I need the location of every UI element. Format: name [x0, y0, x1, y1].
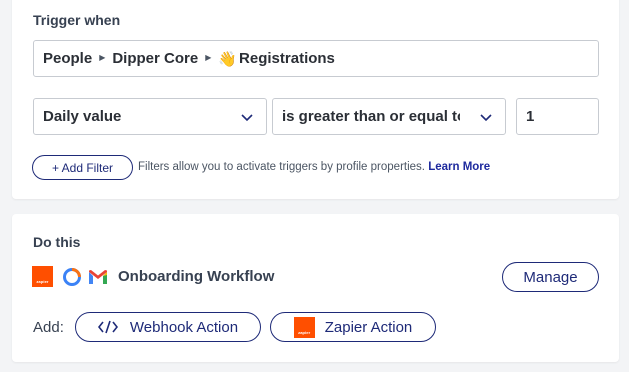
metric-select-value: Daily value [43, 108, 122, 125]
manage-button[interactable]: Manage [502, 262, 599, 292]
trigger-card: Trigger when People ▶ Dipper Core ▶ 👋 Re… [12, 0, 619, 199]
path-segment-people: People [43, 50, 93, 67]
operator-select[interactable]: is greater than or equal to [272, 98, 506, 135]
onboarding-app-icon [62, 266, 82, 287]
gmail-icon [89, 269, 107, 284]
zapier-action-button[interactable]: zapier Zapier Action [270, 312, 436, 342]
zapier-icon: zapier [293, 316, 315, 338]
waving-hand-icon: 👋 [218, 50, 238, 68]
path-segment-dipper-core: Dipper Core [112, 50, 199, 67]
add-filter-button[interactable]: + Add Filter [32, 155, 133, 180]
webhook-action-button[interactable]: Webhook Action [75, 312, 261, 342]
trigger-title: Trigger when [33, 12, 121, 28]
operator-select-value: is greater than or equal to [282, 108, 460, 125]
zapier-tile-text: zapier [298, 329, 311, 335]
zapier-tile-text: zapier [36, 279, 49, 284]
metric-select[interactable]: Daily value [33, 98, 267, 135]
path-separator-icon: ▶ [99, 53, 106, 62]
filter-help-description: Filters allow you to activate triggers b… [138, 161, 425, 173]
learn-more-link[interactable]: Learn More [428, 161, 490, 173]
webhook-action-label: Webhook Action [129, 318, 239, 336]
threshold-value-input[interactable]: 1 [516, 98, 599, 135]
zapier-icon: zapier [32, 266, 53, 287]
path-segment-registrations: Registrations [239, 50, 335, 67]
filter-help-text: Filters allow you to activate triggers b… [138, 161, 490, 173]
chevron-down-icon [480, 114, 492, 122]
path-separator-icon: ▶ [205, 53, 212, 62]
action-card: Do this zapier Onboarding Workflow Manag… [12, 214, 619, 362]
trigger-path-field[interactable]: People ▶ Dipper Core ▶ 👋 Registrations [33, 40, 599, 77]
add-label: Add: [33, 319, 64, 336]
action-title: Do this [33, 234, 81, 250]
chevron-down-icon [241, 114, 253, 122]
zapier-action-label: Zapier Action [324, 318, 413, 336]
code-icon [97, 320, 118, 334]
workflow-row: zapier Onboarding Workflow [32, 266, 274, 287]
workflow-name: Onboarding Workflow [118, 268, 275, 285]
